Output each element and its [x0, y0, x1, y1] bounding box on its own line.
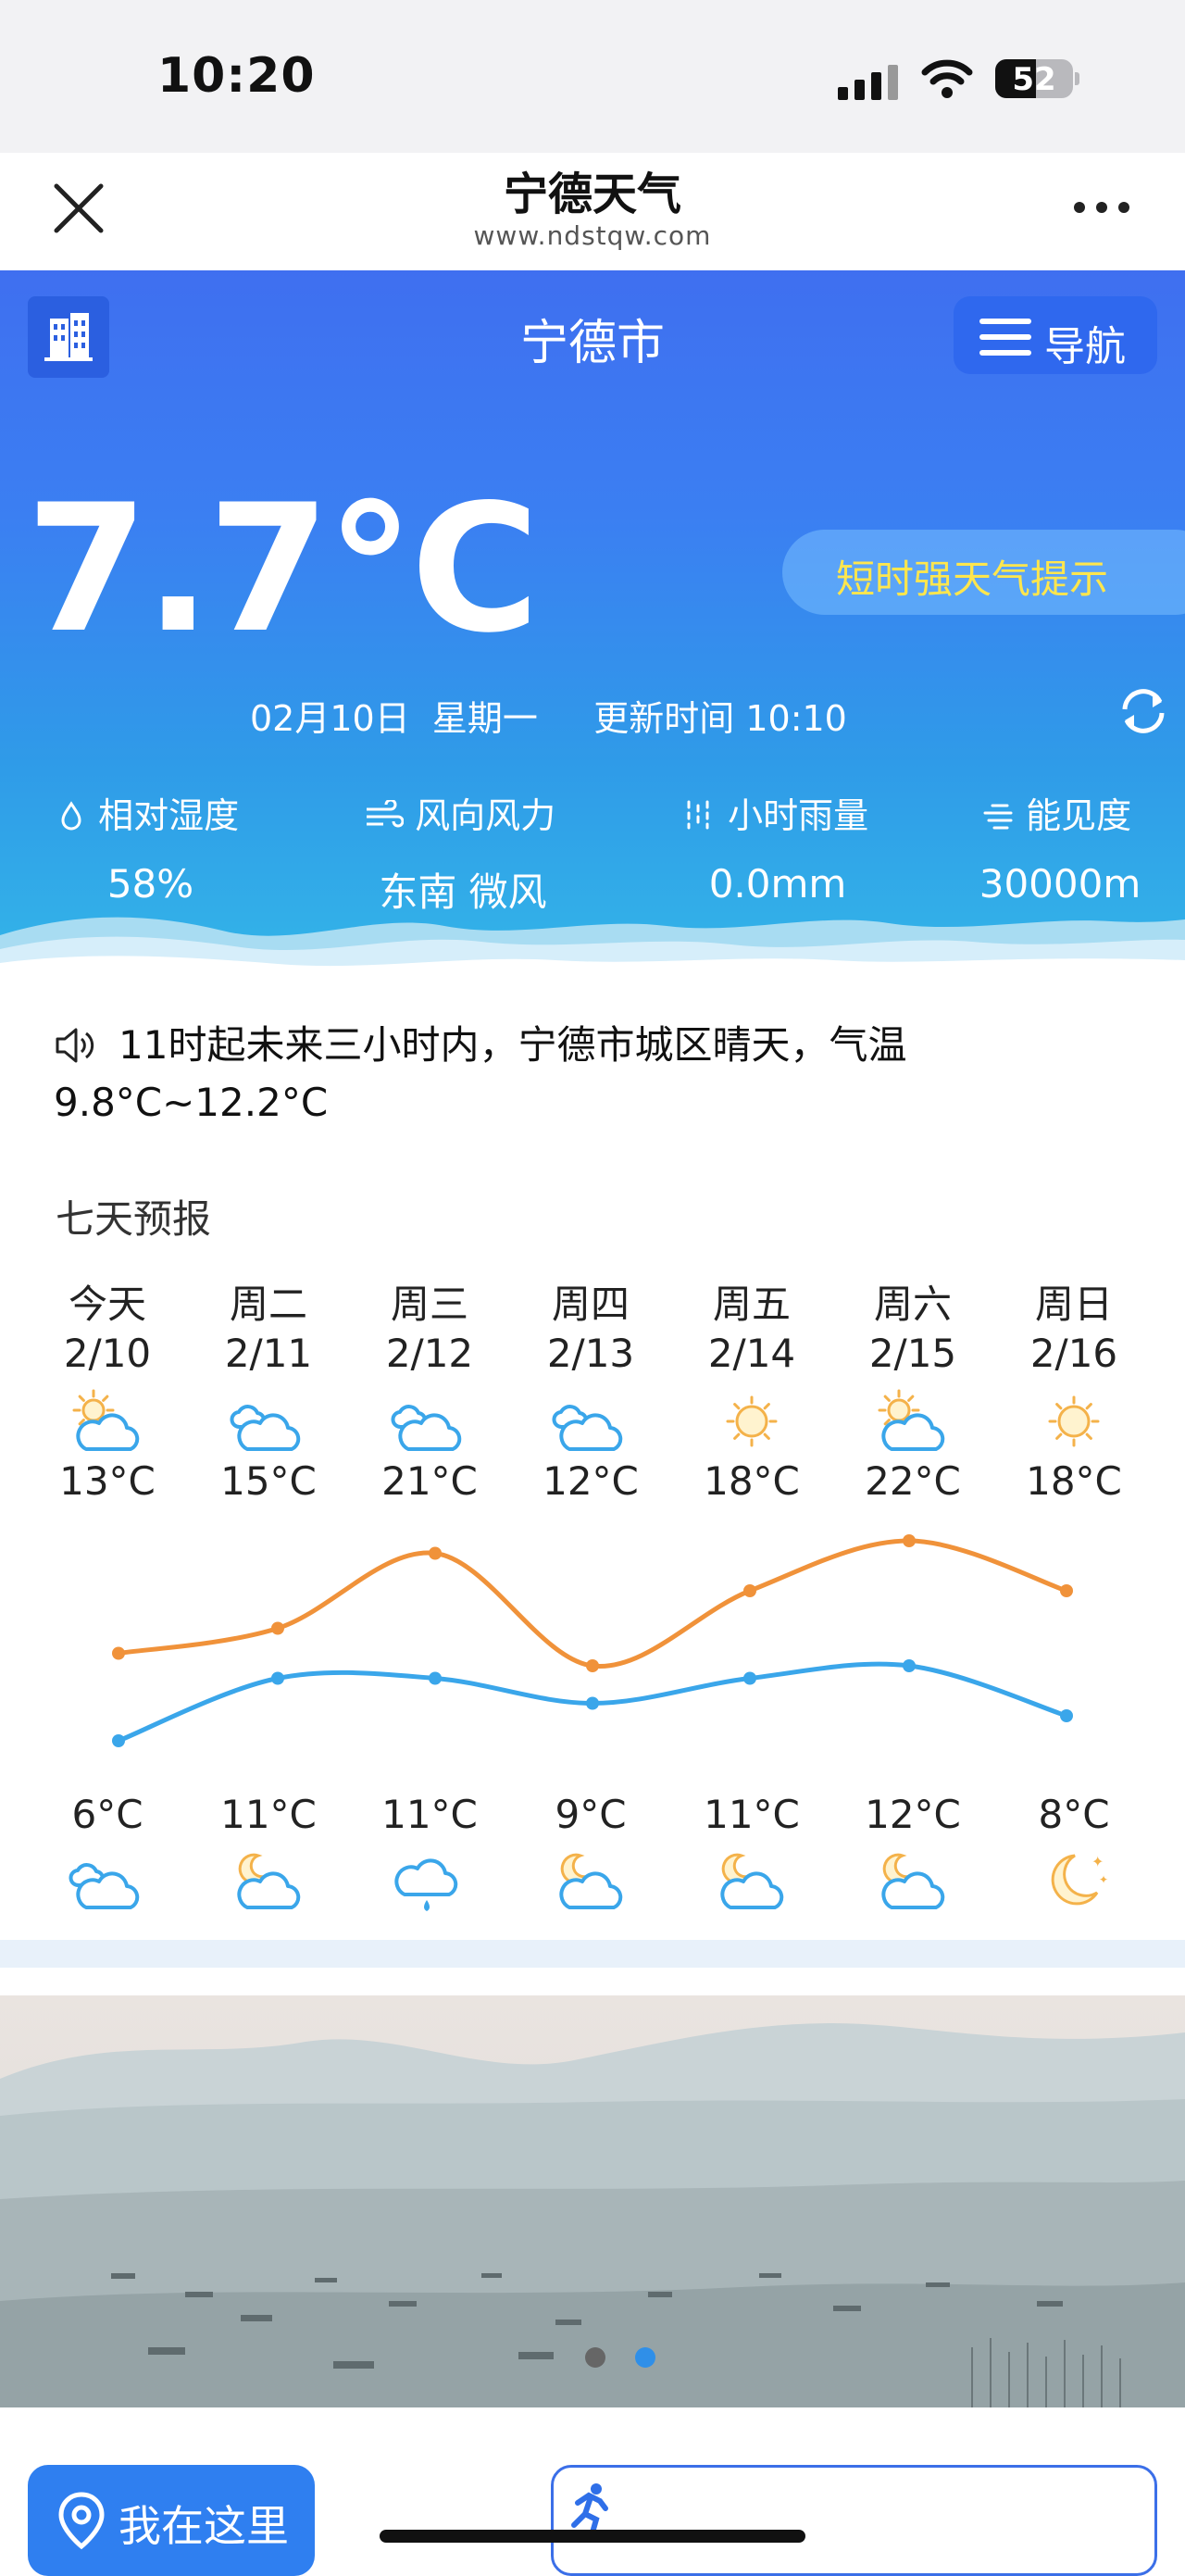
droplet-icon	[61, 801, 81, 831]
forecast-day-date: 2/14	[707, 1331, 796, 1376]
high-temp-point	[271, 1621, 284, 1635]
wind-label: 风向风力	[363, 787, 555, 838]
high-temp-point	[112, 1646, 125, 1660]
forecast-day-date: 2/10	[63, 1331, 152, 1376]
low-temp-point	[271, 1671, 284, 1685]
navigation-button[interactable]: 导航	[954, 296, 1157, 374]
date-update-time: 02月10日 星期一 更新时间 10:10	[250, 698, 847, 739]
rainfall-label: 小时雨量	[683, 787, 868, 838]
running-person-icon	[571, 2483, 608, 2535]
partly-cloudy-icon	[66, 1843, 149, 1917]
sunny-icon	[1032, 1384, 1116, 1458]
status-time: 10:20	[157, 48, 316, 104]
svg-text:✦: ✦	[1091, 1853, 1104, 1870]
forecast-low-temp: 11°C	[220, 1792, 317, 1837]
low-temp-point	[903, 1659, 916, 1672]
high-temp-line	[118, 1538, 1067, 1669]
wifi-icon	[921, 59, 973, 98]
partly-cloudy-icon	[549, 1384, 632, 1458]
cellular-signal-icon	[838, 63, 903, 100]
forecast-high-temp: 21°C	[381, 1458, 478, 1504]
forecast-summary: 11时起未来三小时内，宁德市城区晴天，气温9.8°C~12.2°C	[54, 1022, 907, 1125]
forecast-low-temp: 9°C	[555, 1792, 627, 1837]
light-rain-icon	[388, 1843, 471, 1917]
high-temp-point	[903, 1534, 916, 1547]
forecast-low-temp: 8°C	[1038, 1792, 1110, 1837]
low-temp-point	[112, 1734, 125, 1747]
svg-text:✦: ✦	[1099, 1873, 1108, 1886]
partly-cloudy-night-icon	[710, 1843, 793, 1917]
low-temp-point	[586, 1696, 599, 1710]
forecast-low-temp: 6°C	[71, 1792, 143, 1837]
seven-day-forecast-title: 七天预报	[56, 1196, 212, 1242]
partly-cloudy-day-icon	[871, 1384, 954, 1458]
forecast-high-temp: 18°C	[1026, 1458, 1122, 1504]
forecast-day-date: 2/16	[1029, 1331, 1118, 1376]
partly-cloudy-day-icon	[66, 1384, 149, 1458]
alert-label: 短时强天气提示	[836, 556, 1109, 602]
forecast-high-temp: 18°C	[704, 1458, 800, 1504]
locate-me-label: 我在这里	[118, 2501, 289, 2551]
high-temp-point	[429, 1546, 442, 1560]
forecast-day-name: 周三	[390, 1282, 468, 1327]
forecast-day-name: 今天	[68, 1282, 146, 1327]
forecast-low-temp: 11°C	[704, 1792, 800, 1837]
severe-weather-alert-button[interactable]: 短时强天气提示	[782, 530, 1185, 615]
low-temp-point	[429, 1671, 442, 1685]
low-temp-point	[743, 1671, 756, 1685]
forecast-day-name: 周五	[712, 1282, 791, 1327]
home-indicator	[380, 2530, 805, 2543]
rain-icon	[687, 800, 709, 830]
forecast-day-date: 2/11	[224, 1331, 313, 1376]
forecast-day-date: 2/13	[546, 1331, 635, 1376]
high-temp-point	[1060, 1584, 1073, 1597]
forecast-day-name: 周日	[1034, 1282, 1113, 1327]
forecast-low-temp: 11°C	[381, 1792, 478, 1837]
page-title: 宁德天气	[503, 169, 681, 220]
forecast-low-temp: 12°C	[865, 1792, 961, 1837]
banner-landscape-image[interactable]	[0, 1995, 1185, 2407]
section-divider	[0, 1940, 1185, 1968]
location-pin-icon	[58, 2492, 105, 2550]
clear-night-icon: ✦ ✦	[1032, 1843, 1116, 1917]
wave-decoration	[0, 917, 1185, 982]
high-temp-point	[743, 1584, 756, 1597]
battery-icon: 52	[995, 59, 1079, 98]
forecast-day-date: 2/12	[385, 1331, 474, 1376]
sunny-icon	[710, 1384, 793, 1458]
forecast-day-name: 周二	[229, 1282, 307, 1327]
menu-icon	[979, 319, 1031, 356]
forecast-day-name: 周四	[551, 1282, 630, 1327]
carousel-dot-1[interactable]	[585, 2347, 605, 2368]
partly-cloudy-night-icon	[227, 1843, 310, 1917]
forecast-high-temp: 15°C	[220, 1458, 317, 1504]
forecast-day-date: 2/15	[868, 1331, 957, 1376]
forecast-high-temp: 13°C	[59, 1458, 156, 1504]
carousel-dot-2[interactable]	[635, 2347, 655, 2368]
partly-cloudy-icon	[388, 1384, 471, 1458]
current-temperature: 7.7°C	[26, 467, 540, 671]
visibility-icon	[983, 804, 1013, 830]
battery-level: 52	[1012, 61, 1056, 98]
partly-cloudy-icon	[227, 1384, 310, 1458]
page-url: www.ndstqw.com	[473, 220, 712, 251]
partly-cloudy-night-icon	[871, 1843, 954, 1917]
forecast-high-temp: 12°C	[543, 1458, 639, 1504]
activity-button[interactable]	[551, 2465, 1157, 2576]
wind-icon	[367, 798, 405, 828]
refresh-icon[interactable]	[1116, 683, 1171, 739]
low-temp-point	[1060, 1709, 1073, 1722]
forecast-high-temp: 22°C	[865, 1458, 961, 1504]
temperature-chart	[112, 1534, 1073, 1747]
high-temp-point	[586, 1659, 599, 1672]
locate-me-button[interactable]: 我在这里	[28, 2465, 315, 2576]
partly-cloudy-night-icon	[549, 1843, 632, 1917]
navigation-label: 导航	[1044, 323, 1126, 370]
more-options-icon[interactable]	[1074, 202, 1129, 215]
visibility-label: 能见度	[981, 787, 1131, 838]
forecast-day-name: 周六	[873, 1282, 952, 1327]
humidity-label: 相对湿度	[56, 787, 239, 838]
